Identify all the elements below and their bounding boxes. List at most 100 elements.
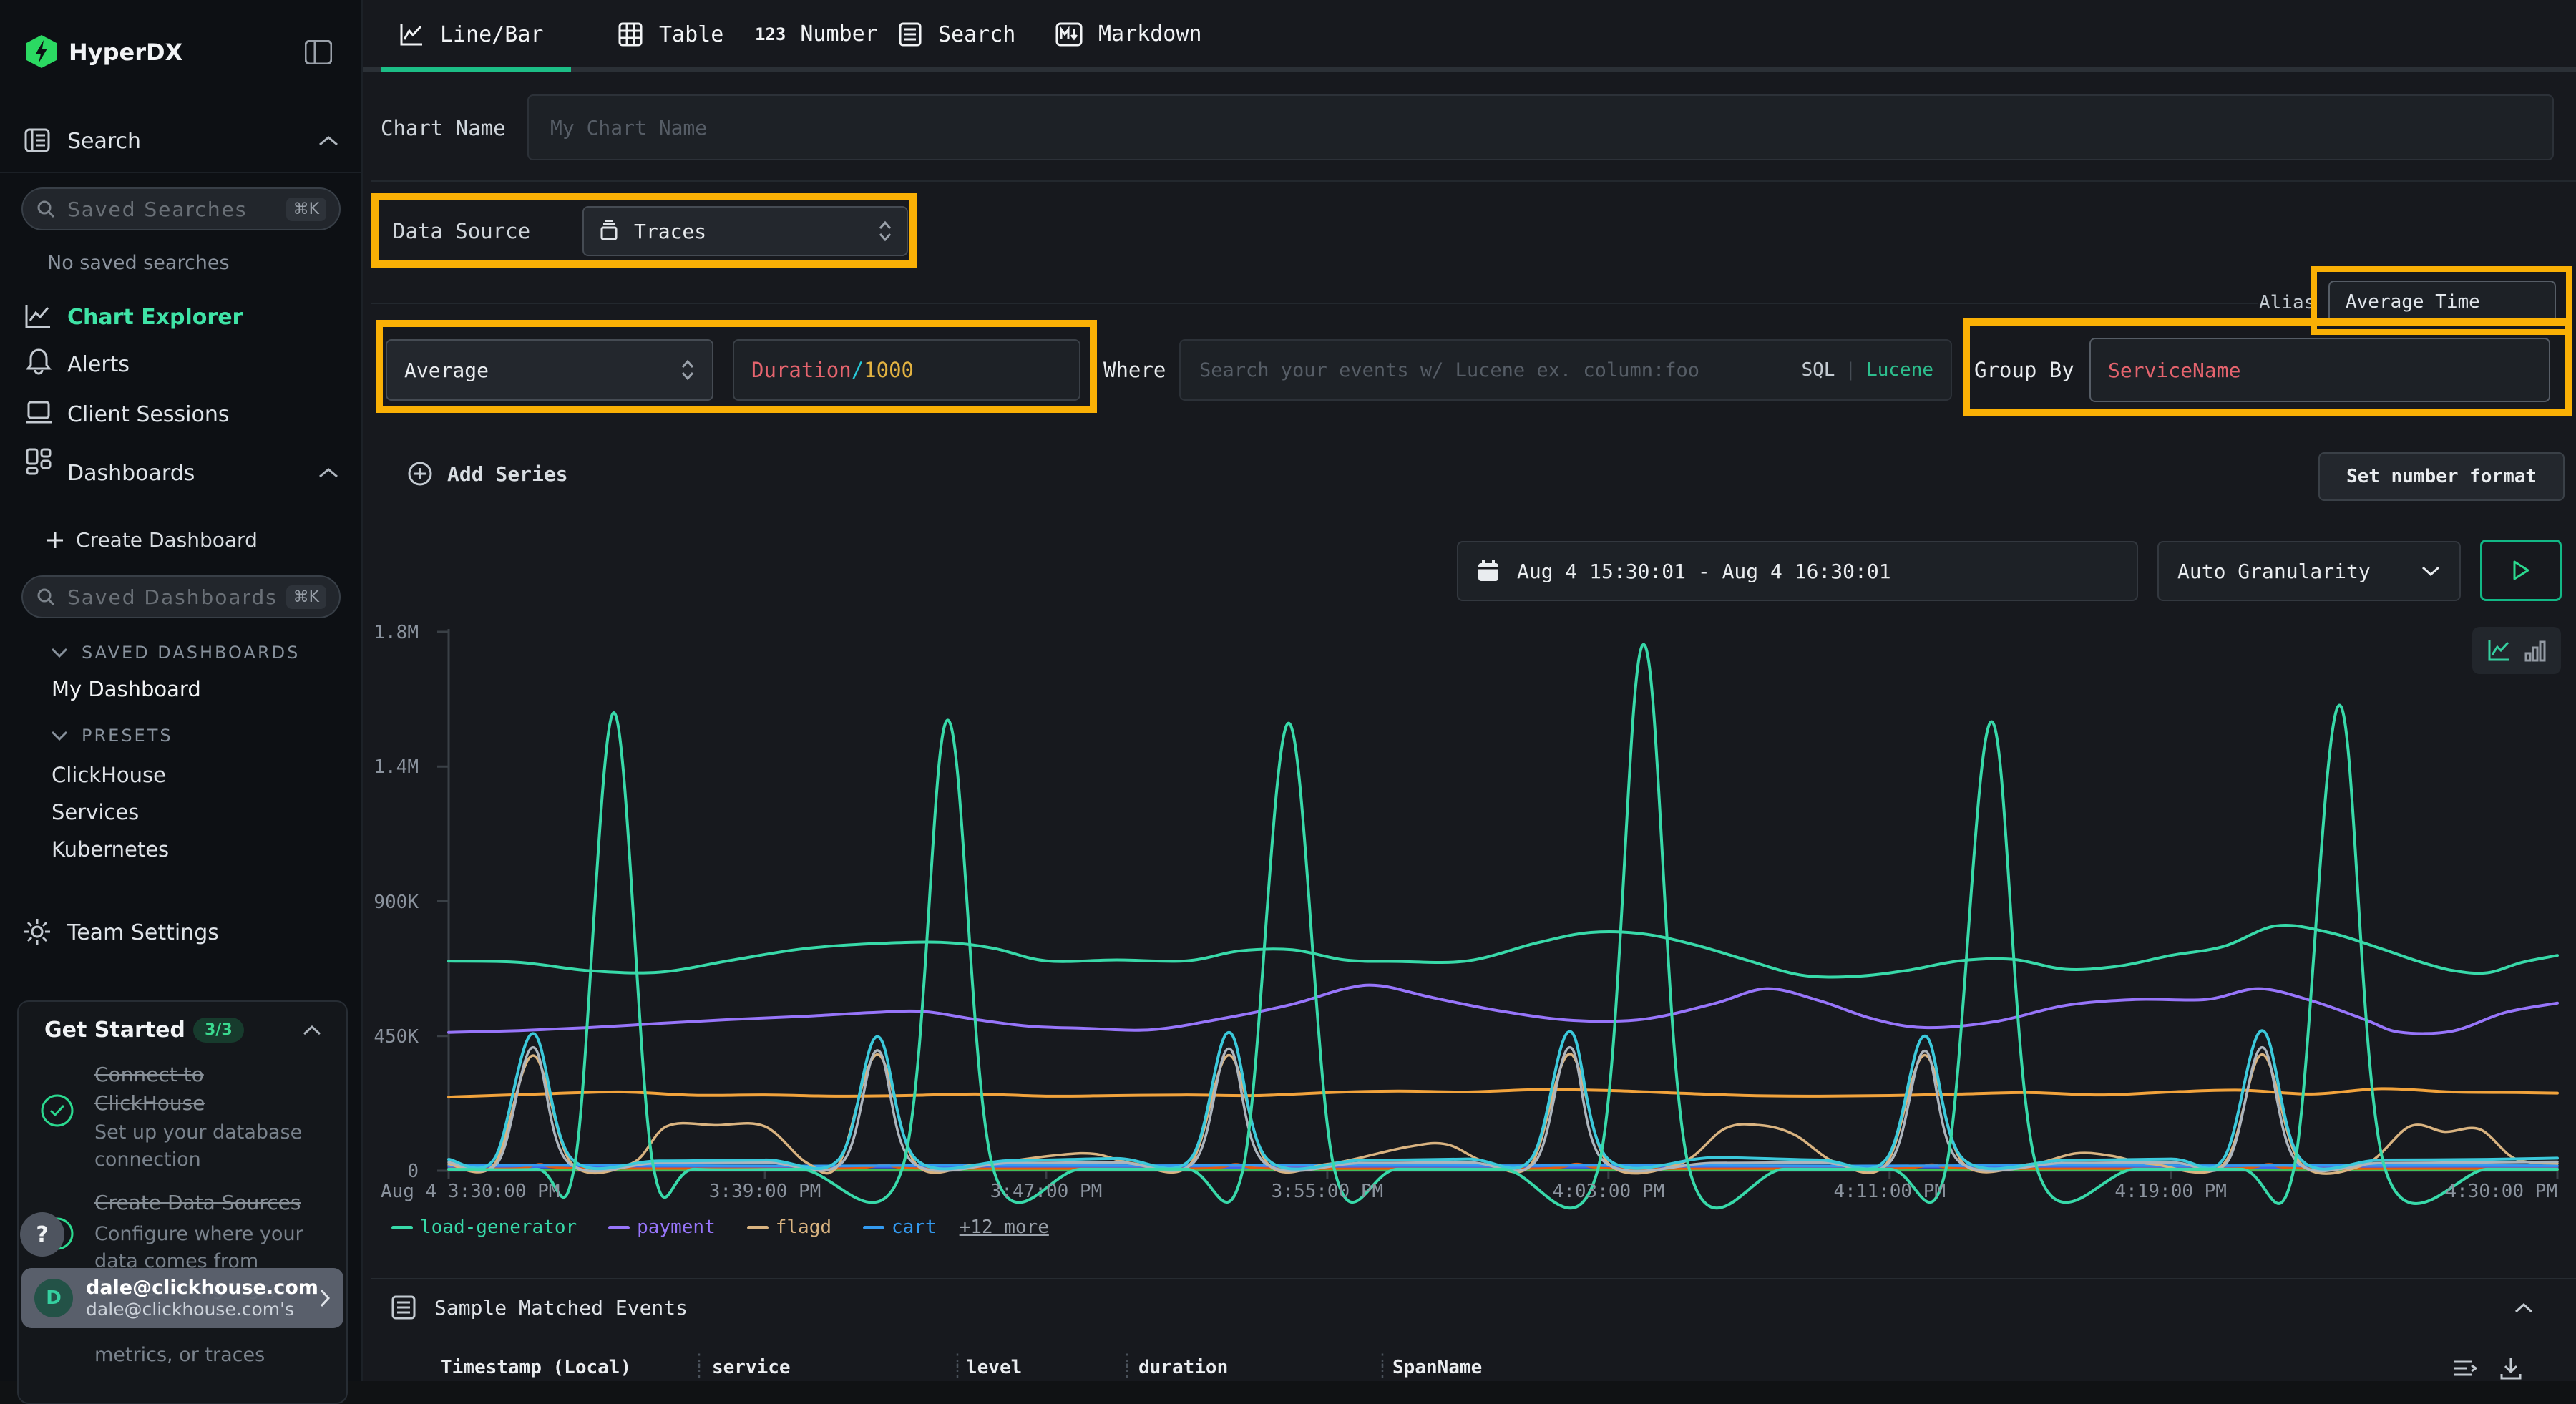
- legend-label: flagd: [776, 1217, 831, 1238]
- legend-more-link[interactable]: +12 more: [960, 1217, 1049, 1238]
- sidebar-item-my-dashboard[interactable]: My Dashboard: [52, 677, 201, 701]
- sidebar-item-dashboards[interactable]: Dashboards: [67, 461, 195, 486]
- legend-item-payment[interactable]: payment: [608, 1217, 716, 1238]
- sidebar-item-preset-clickhouse[interactable]: ClickHouse: [52, 763, 166, 787]
- date-range-value: Aug 4 15:30:01 - Aug 4 16:30:01: [1517, 560, 1891, 583]
- y-tick-label: 1.4M: [363, 756, 419, 778]
- presets-group[interactable]: PRESETS: [50, 726, 173, 746]
- chart-plot-area[interactable]: [449, 629, 2557, 1171]
- column-header-duration[interactable]: duration: [1138, 1357, 1228, 1378]
- get-started-card: Get Started 3/3 Connect to ClickHouse Se…: [17, 1000, 348, 1404]
- search-icon: [36, 199, 56, 219]
- sidebar-item-chart-explorer[interactable]: Chart Explorer: [67, 305, 243, 330]
- user-subtitle: dale@clickhouse.com's: [86, 1299, 319, 1320]
- x-tick-label: 3:39:00 PM: [709, 1181, 821, 1202]
- series-divider: [371, 303, 2258, 304]
- active-tab-underline: [381, 67, 571, 72]
- sql-toggle[interactable]: SQL: [1801, 359, 1835, 381]
- column-header-service[interactable]: service: [712, 1357, 791, 1378]
- chevron-down-icon: [50, 730, 69, 741]
- bell-icon: [26, 348, 52, 375]
- saved-searches-input[interactable]: Saved Searches ⌘K: [21, 187, 341, 230]
- check-circle-icon: [40, 1093, 74, 1128]
- chevron-up-icon[interactable]: [318, 467, 339, 479]
- select-updown-icon: [680, 359, 695, 381]
- date-range-input[interactable]: Aug 4 15:30:01 - Aug 4 16:30:01: [1457, 541, 2138, 601]
- chevron-up-icon[interactable]: [318, 135, 339, 147]
- lucene-toggle[interactable]: Lucene: [1866, 359, 1933, 381]
- data-source-label: Data Source: [393, 219, 530, 243]
- column-separator[interactable]: ⋮⋮: [949, 1355, 966, 1375]
- collapse-sidebar-icon[interactable]: [305, 40, 332, 64]
- column-separator[interactable]: ⋮⋮: [1118, 1355, 1136, 1375]
- expr-denominator: 1000: [864, 358, 914, 382]
- granularity-select[interactable]: Auto Granularity: [2157, 541, 2461, 601]
- sidebar-item-preset-kubernetes[interactable]: Kubernetes: [52, 837, 169, 862]
- chart-name-input[interactable]: [527, 94, 2554, 160]
- series-line-other-2: [449, 1030, 2557, 1169]
- aggregation-select[interactable]: Average: [386, 339, 713, 401]
- sql-lucene-separator: |: [1845, 359, 1856, 381]
- x-tick-label: 3:47:00 PM: [990, 1181, 1103, 1202]
- tab-track: [363, 67, 2576, 72]
- tab-markdown[interactable]: Markdown: [1055, 21, 1202, 47]
- legend-item-cart[interactable]: cart: [863, 1217, 937, 1238]
- column-header-spanname[interactable]: SpanName: [1392, 1357, 1482, 1378]
- sidebar-item-preset-services[interactable]: Services: [52, 800, 139, 824]
- row-density-icon[interactable]: [2453, 1358, 2477, 1380]
- series-line-payment: [449, 985, 2557, 1034]
- group-by-label: Group By: [1974, 358, 2074, 382]
- column-separator[interactable]: ⋮⋮: [691, 1355, 708, 1375]
- tab-search[interactable]: Search: [898, 21, 1015, 47]
- create-dashboard-button[interactable]: Create Dashboard: [46, 528, 258, 552]
- shortcut-badge: ⌘K: [286, 585, 326, 609]
- shortcut-badge: ⌘K: [286, 198, 326, 221]
- x-tick-label: 3:55:00 PM: [1272, 1181, 1384, 1202]
- saved-dashboards-input[interactable]: Saved Dashboards ⌘K: [21, 575, 341, 618]
- chevron-up-icon[interactable]: [302, 1025, 322, 1036]
- download-icon[interactable]: [2499, 1357, 2522, 1381]
- get-started-item1-subtitle: Set up your database connection: [94, 1119, 316, 1174]
- aggregation-value: Average: [404, 359, 489, 382]
- get-started-item2-title[interactable]: Create Data Sources: [94, 1191, 338, 1214]
- user-menu[interactable]: D dale@clickhouse.com dale@clickhouse.co…: [21, 1268, 343, 1328]
- saved-dashboards-placeholder: Saved Dashboards: [67, 585, 286, 609]
- add-series-button[interactable]: Add Series: [407, 461, 568, 487]
- where-label: Where: [1103, 358, 1166, 382]
- where-input[interactable]: SQL | Lucene: [1179, 339, 1952, 401]
- chevron-down-icon: [2421, 565, 2441, 577]
- run-query-button[interactable]: [2480, 540, 2562, 601]
- main-content: Line/Bar Table 123 Number Search Markdow…: [363, 0, 2576, 1381]
- column-header-level[interactable]: level: [966, 1357, 1022, 1378]
- group-by-input[interactable]: ServiceName: [2089, 338, 2550, 402]
- tab-table[interactable]: Table: [618, 21, 723, 47]
- series-line-load-generator: [449, 925, 2557, 977]
- column-header-timestamp[interactable]: Timestamp (Local): [441, 1357, 631, 1378]
- sidebar-item-team-settings[interactable]: Team Settings: [67, 920, 219, 945]
- sample-events-header[interactable]: Sample Matched Events: [391, 1295, 688, 1320]
- get-started-item1-title[interactable]: Connect to ClickHouse: [94, 1061, 302, 1118]
- user-email: dale@clickhouse.com: [86, 1277, 319, 1299]
- sidebar-item-search[interactable]: Search: [67, 129, 141, 154]
- column-separator[interactable]: ⋮⋮: [1374, 1355, 1391, 1375]
- field-expression-input[interactable]: Duration/1000: [733, 339, 1080, 401]
- alias-input[interactable]: [2328, 281, 2556, 323]
- alias-label: Alias: [2259, 292, 2315, 313]
- expr-slash: /: [852, 358, 864, 382]
- legend-item-flagd[interactable]: flagd: [747, 1217, 831, 1238]
- help-button[interactable]: ?: [20, 1212, 64, 1257]
- sidebar-item-client-sessions[interactable]: Client Sessions: [67, 402, 229, 427]
- data-source-select[interactable]: Traces: [582, 206, 908, 256]
- saved-dashboards-group[interactable]: SAVED DASHBOARDS: [50, 643, 300, 663]
- y-tick-label: 1.8M: [363, 622, 419, 643]
- tab-line-bar[interactable]: Line/Bar: [399, 21, 544, 47]
- collapse-events-icon[interactable]: [2514, 1302, 2534, 1314]
- y-tick-label: 900K: [363, 892, 419, 913]
- x-tick-label: 4:11:00 PM: [1834, 1181, 1946, 1202]
- legend-swatch: [608, 1226, 630, 1229]
- tab-number[interactable]: 123 Number: [755, 21, 878, 47]
- set-number-format-button[interactable]: Set number format: [2318, 452, 2565, 501]
- sidebar-item-alerts[interactable]: Alerts: [67, 352, 130, 377]
- legend-item-load-generator[interactable]: load-generator: [391, 1217, 577, 1238]
- legend-label: payment: [637, 1217, 716, 1238]
